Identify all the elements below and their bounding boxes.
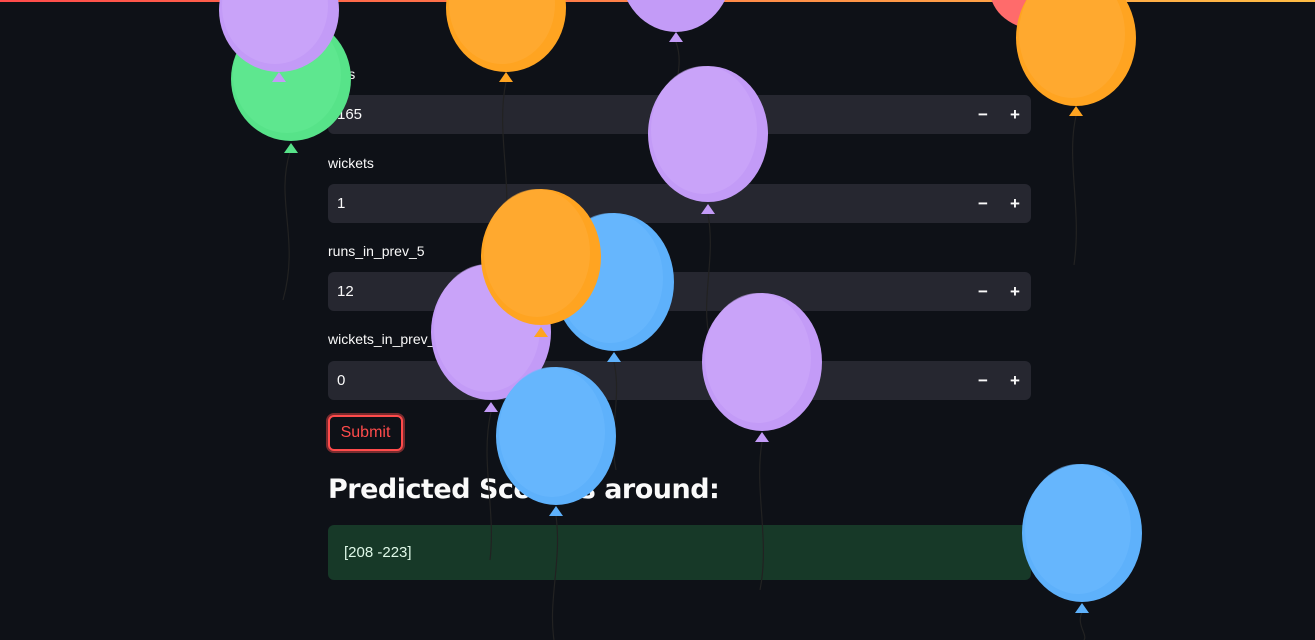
- runs-in-prev-5-decrement-button[interactable]: −: [967, 272, 999, 311]
- runs-in-prev-5-label: runs_in_prev_5: [328, 243, 425, 259]
- result-value: [208 -223]: [344, 544, 412, 561]
- wickets-input[interactable]: 1 − +: [328, 184, 1031, 223]
- runs-increment-button[interactable]: +: [999, 95, 1031, 134]
- result-heading: Predicted Score is around:: [328, 474, 720, 505]
- wickets-increment-button[interactable]: +: [999, 184, 1031, 223]
- plus-icon: +: [1010, 104, 1020, 124]
- runs-decrement-button[interactable]: −: [967, 95, 999, 134]
- wickets-in-prev-5-decrement-button[interactable]: −: [967, 361, 999, 400]
- minus-icon: −: [978, 370, 988, 390]
- runs-in-prev-5-value[interactable]: 12: [337, 272, 354, 311]
- balloon-icon: [1022, 464, 1142, 640]
- plus-icon: +: [1010, 193, 1020, 213]
- wickets-value[interactable]: 1: [337, 184, 345, 223]
- minus-icon: −: [978, 104, 988, 124]
- wickets-in-prev-5-increment-button[interactable]: +: [999, 361, 1031, 400]
- minus-icon: −: [978, 193, 988, 213]
- wickets-in-prev-5-value[interactable]: 0: [337, 361, 345, 400]
- runs-value[interactable]: 165: [337, 95, 362, 134]
- plus-icon: +: [1010, 370, 1020, 390]
- balloon-icon: [1016, 0, 1136, 266]
- wickets-in-prev-5-input[interactable]: 0 − +: [328, 361, 1031, 400]
- runs-in-prev-5-input[interactable]: 12 − +: [328, 272, 1031, 311]
- wickets-in-prev-5-label: wickets_in_prev_5: [328, 331, 444, 347]
- wickets-decrement-button[interactable]: −: [967, 184, 999, 223]
- wickets-label: wickets: [328, 155, 374, 171]
- main-content: runs 165 − + wickets 1 − + runs_in_prev_…: [328, 0, 1031, 640]
- runs-in-prev-5-increment-button[interactable]: +: [999, 272, 1031, 311]
- runs-input[interactable]: 165 − +: [328, 95, 1031, 134]
- plus-icon: +: [1010, 281, 1020, 301]
- minus-icon: −: [978, 281, 988, 301]
- submit-button[interactable]: Submit: [328, 415, 403, 451]
- result-box: [208 -223]: [328, 525, 1031, 580]
- runs-label: runs: [328, 66, 356, 82]
- balloon-icon: [219, 0, 339, 82]
